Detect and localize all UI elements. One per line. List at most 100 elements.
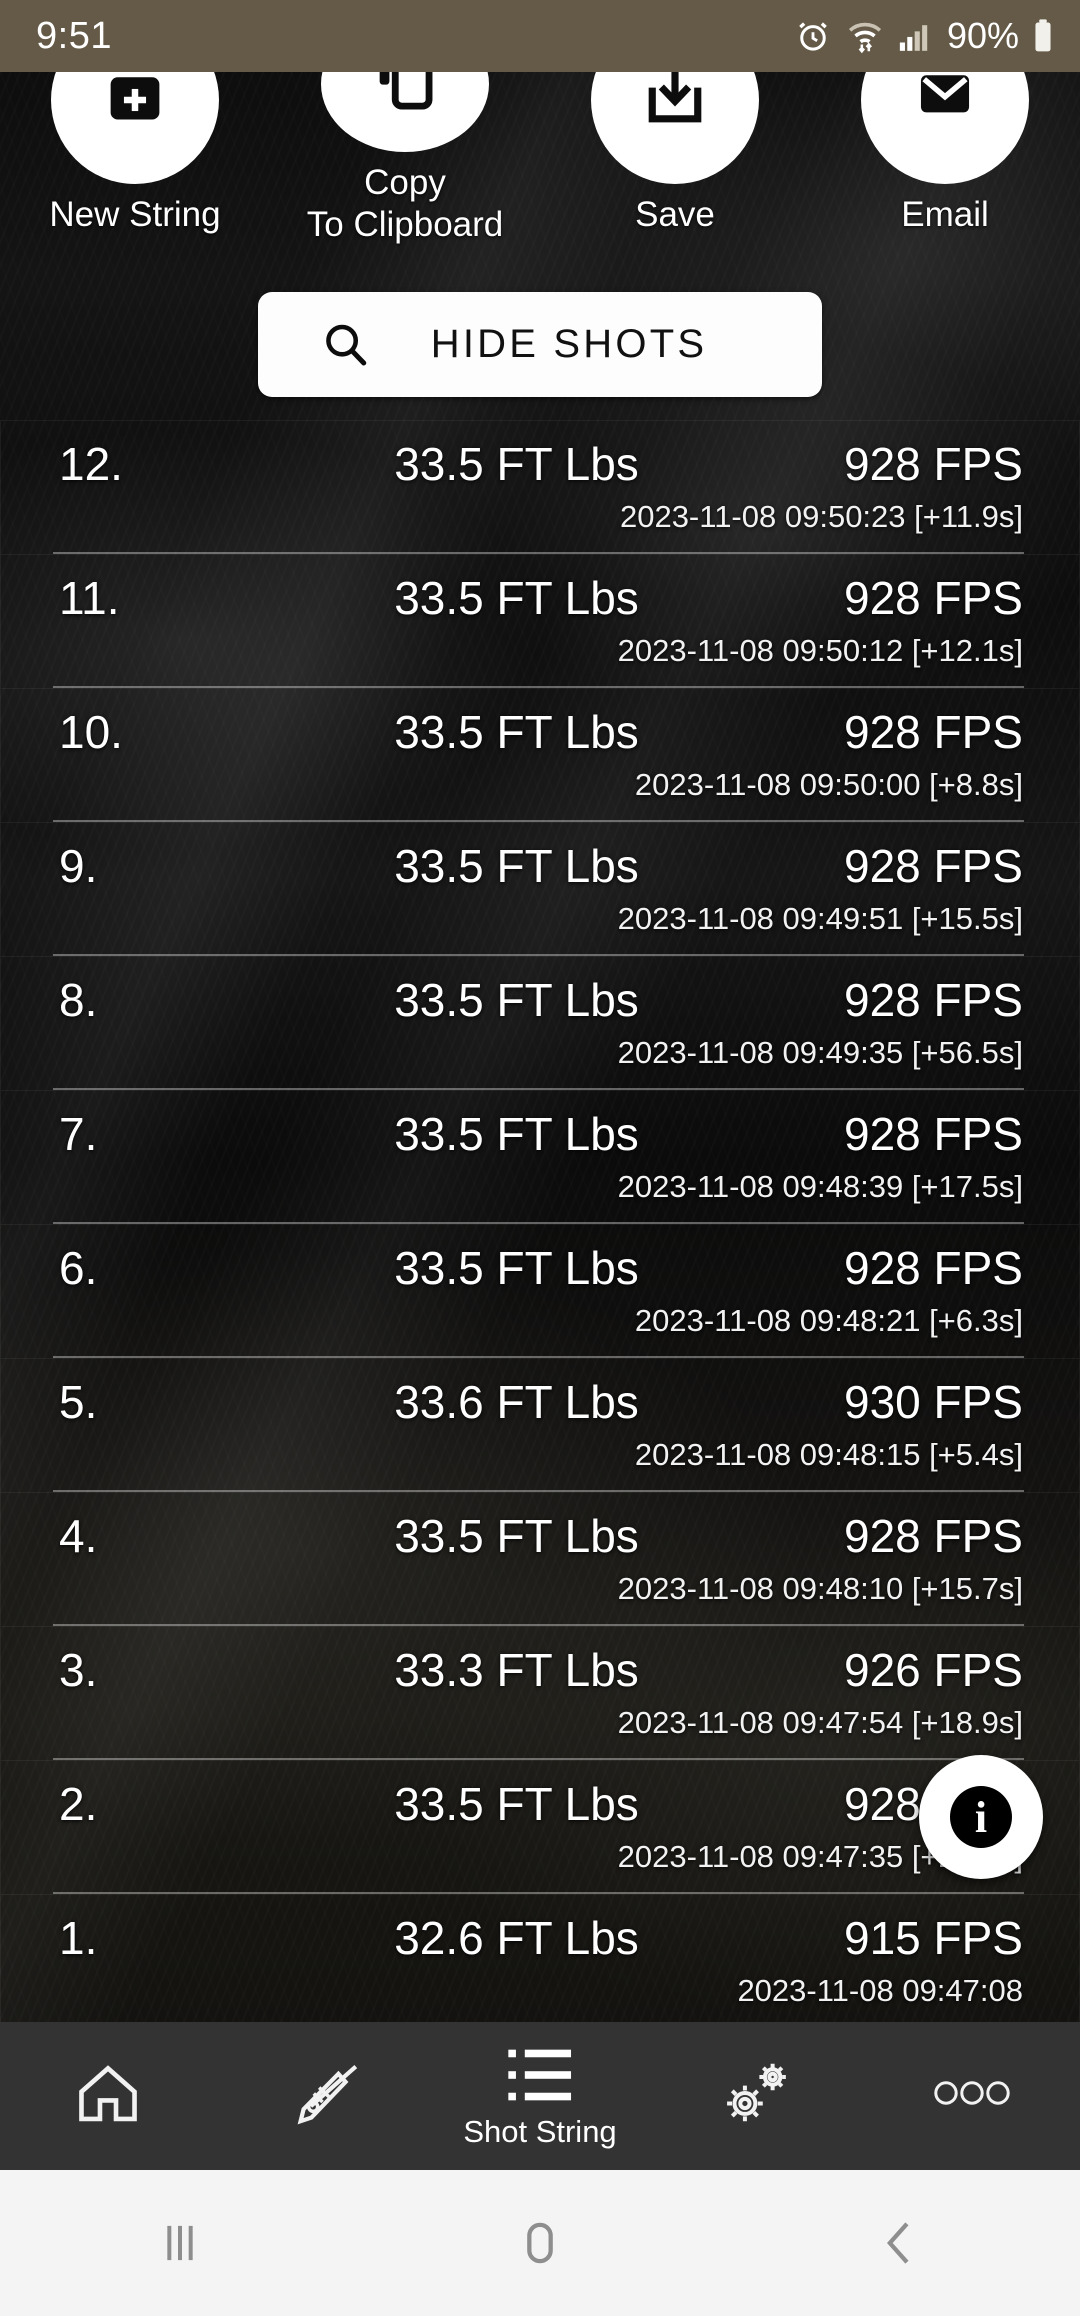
shot-timestamp: 2023-11-08 09:48:15 [+5.4s] bbox=[634, 1437, 1023, 1472]
shot-timestamp: 2023-11-08 09:50:12 [+12.1s] bbox=[617, 633, 1023, 668]
shot-speed: 928 FPS bbox=[844, 438, 1023, 490]
home-button[interactable] bbox=[360, 2211, 720, 2275]
battery-icon bbox=[1035, 19, 1051, 52]
copy-label-line2: To Clipboard bbox=[306, 205, 504, 244]
table-row[interactable]: 10. 33.5 FT Lbs 928 FPS 2023-11-08 09:50:00… bbox=[0, 688, 1080, 822]
shot-energy: 33.5 FT Lbs bbox=[394, 572, 639, 624]
shot-speed: 928 FPS bbox=[844, 706, 1023, 758]
shot-index: 2. bbox=[59, 1778, 98, 1830]
shot-timestamp: 2023-11-08 09:50:23 [+11.9s] bbox=[619, 499, 1023, 534]
info-fab-button[interactable]: i bbox=[919, 1755, 1043, 1879]
shot-timestamp: 2023-11-08 09:48:39 [+17.5s] bbox=[617, 1169, 1023, 1204]
back-chevron-icon bbox=[887, 2222, 909, 2264]
shot-row-main: 1. 32.6 FT Lbs 915 FPS bbox=[1, 1911, 1079, 1965]
table-row[interactable]: 12. 33.5 FT Lbs 928 FPS 2023-11-08 09:50:23… bbox=[0, 420, 1080, 554]
shot-row-main: 5. 33.6 FT Lbs 930 FPS bbox=[1, 1375, 1079, 1429]
shot-speed: 915 FPS bbox=[844, 1912, 1023, 1964]
info-icon: i bbox=[950, 1786, 1012, 1848]
search-icon bbox=[320, 319, 372, 371]
table-row[interactable]: 8. 33.5 FT Lbs 928 FPS 2023-11-08 09:49:35 … bbox=[0, 956, 1080, 1090]
shot-speed: 928 FPS bbox=[844, 974, 1023, 1026]
copy-label: Copy To Clipboard bbox=[307, 162, 504, 246]
shot-row-main: 4. 33.5 FT Lbs 928 FPS bbox=[1, 1509, 1079, 1563]
shot-energy: 33.6 FT Lbs bbox=[394, 1376, 639, 1428]
shot-speed: 928 FPS bbox=[844, 572, 1023, 624]
shot-speed: 928 FPS bbox=[844, 840, 1023, 892]
shot-speed: 926 FPS bbox=[844, 1644, 1023, 1696]
nav-item-rifle[interactable] bbox=[216, 2022, 432, 2170]
email-icon bbox=[920, 75, 970, 113]
shot-row-main: 6. 33.5 FT Lbs 928 FPS bbox=[1, 1241, 1079, 1295]
table-row[interactable]: 1. 32.6 FT Lbs 915 FPS 2023-11-08 09:47:08 bbox=[0, 1894, 1080, 2028]
new-string-icon bbox=[110, 77, 160, 120]
alarm-icon bbox=[799, 22, 827, 51]
save-label: Save bbox=[635, 195, 715, 234]
shot-timestamp: 2023-11-08 09:50:00 [+8.8s] bbox=[634, 767, 1023, 802]
table-row[interactable]: 9. 33.5 FT Lbs 928 FPS 2023-11-08 09:49:51 … bbox=[0, 822, 1080, 956]
shot-index: 3. bbox=[59, 1644, 98, 1696]
shot-row-main: 3. 33.3 FT Lbs 926 FPS bbox=[1, 1643, 1079, 1697]
table-row[interactable]: 4. 33.5 FT Lbs 928 FPS 2023-11-08 09:48:10 … bbox=[0, 1492, 1080, 1626]
shot-row-main: 10. 33.5 FT Lbs 928 FPS bbox=[1, 705, 1079, 759]
shot-speed: 930 FPS bbox=[844, 1376, 1023, 1428]
shot-index: 7. bbox=[59, 1108, 98, 1160]
wifi-icon bbox=[848, 22, 882, 54]
status-bar-clock: 9:51 bbox=[36, 14, 112, 57]
gears-icon bbox=[727, 2063, 786, 2122]
table-row[interactable]: 11. 33.5 FT Lbs 928 FPS 2023-11-08 09:50:12… bbox=[0, 554, 1080, 688]
shot-timestamp: 2023-11-08 09:49:51 [+15.5s] bbox=[617, 901, 1023, 936]
recents-button[interactable] bbox=[0, 2211, 360, 2275]
nav-item-home[interactable] bbox=[0, 2022, 216, 2170]
shot-energy: 33.3 FT Lbs bbox=[394, 1644, 639, 1696]
shot-index: 11. bbox=[59, 572, 120, 624]
shot-index: 1. bbox=[59, 1912, 98, 1964]
shot-energy: 33.5 FT Lbs bbox=[394, 1242, 639, 1294]
table-row[interactable]: 5. 33.6 FT Lbs 930 FPS 2023-11-08 09:48:15 … bbox=[0, 1358, 1080, 1492]
new-string-label: New String bbox=[49, 195, 221, 234]
shot-timestamp: 2023-11-08 09:48:10 [+15.7s] bbox=[617, 1571, 1023, 1606]
shot-row-main: 2.33.5 FT Lbs928 FPS bbox=[1, 1777, 1079, 1831]
table-row[interactable]: 7. 33.5 FT Lbs 928 FPS 2023-11-08 09:48:39 … bbox=[0, 1090, 1080, 1224]
shot-index: 10. bbox=[59, 706, 123, 758]
system-navigation-bar bbox=[0, 2170, 1080, 2316]
recents-icon bbox=[167, 2225, 193, 2261]
nav-item-shot-string[interactable]: Shot String bbox=[432, 2022, 648, 2170]
save-download-icon bbox=[648, 69, 702, 123]
cellular-signal-icon bbox=[899, 25, 928, 51]
shot-index: 6. bbox=[59, 1242, 98, 1294]
table-row[interactable]: 6. 33.5 FT Lbs 928 FPS 2023-11-08 09:48:21 … bbox=[0, 1224, 1080, 1358]
home-icon bbox=[79, 2065, 137, 2122]
shot-energy: 33.5 FT Lbs bbox=[394, 706, 639, 758]
shot-index: 5. bbox=[59, 1376, 98, 1428]
table-row[interactable]: 3. 33.3 FT Lbs 926 FPS 2023-11-08 09:47:54 … bbox=[0, 1626, 1080, 1760]
shot-energy: 32.6 FT Lbs bbox=[394, 1912, 639, 1964]
shot-energy: 33.5 FT Lbs bbox=[394, 438, 639, 490]
shot-row-main: 8. 33.5 FT Lbs 928 FPS bbox=[1, 973, 1079, 1027]
shot-row-main: 11. 33.5 FT Lbs 928 FPS bbox=[1, 571, 1079, 625]
shot-timestamp: 2023-11-08 09:47:54 [+18.9s] bbox=[617, 1705, 1023, 1740]
hide-shots-button[interactable]: HIDE SHOTS bbox=[258, 292, 822, 397]
nav-label-shot-string: Shot String bbox=[463, 2114, 617, 2149]
app-bottom-nav: Shot String bbox=[0, 2022, 1080, 2170]
shot-row-main: 12. 33.5 FT Lbs 928 FPS bbox=[1, 437, 1079, 491]
shot-string-list[interactable]: 12. 33.5 FT Lbs 928 FPS 2023-11-08 09:50:23… bbox=[0, 420, 1080, 2030]
status-bar-icons: 90% bbox=[794, 15, 1054, 57]
shot-speed: 928 FPS bbox=[844, 1510, 1023, 1562]
shot-speed: 928 FPS bbox=[844, 1108, 1023, 1160]
shot-energy: 33.5 FT Lbs bbox=[394, 1108, 639, 1160]
email-label: Email bbox=[901, 195, 989, 234]
shot-speed: 928 FPS bbox=[844, 1242, 1023, 1294]
copy-label-line1: Copy bbox=[364, 163, 446, 202]
nav-item-more[interactable] bbox=[864, 2022, 1080, 2170]
shot-energy: 33.5 FT Lbs bbox=[394, 1510, 639, 1562]
list-icon bbox=[508, 2049, 572, 2101]
shot-energy: 33.5 FT Lbs bbox=[394, 1778, 639, 1830]
more-dots-icon bbox=[934, 2081, 1010, 2105]
back-button[interactable] bbox=[720, 2211, 1080, 2275]
table-row[interactable]: 2.33.5 FT Lbs928 FPS2023-11-08 09:47:35 … bbox=[0, 1760, 1080, 1894]
nav-item-settings[interactable] bbox=[648, 2022, 864, 2170]
hide-shots-label: HIDE SHOTS bbox=[430, 322, 708, 366]
rifle-icon bbox=[297, 2065, 358, 2125]
shot-index: 4. bbox=[59, 1510, 98, 1562]
shot-energy: 33.5 FT Lbs bbox=[394, 974, 639, 1026]
